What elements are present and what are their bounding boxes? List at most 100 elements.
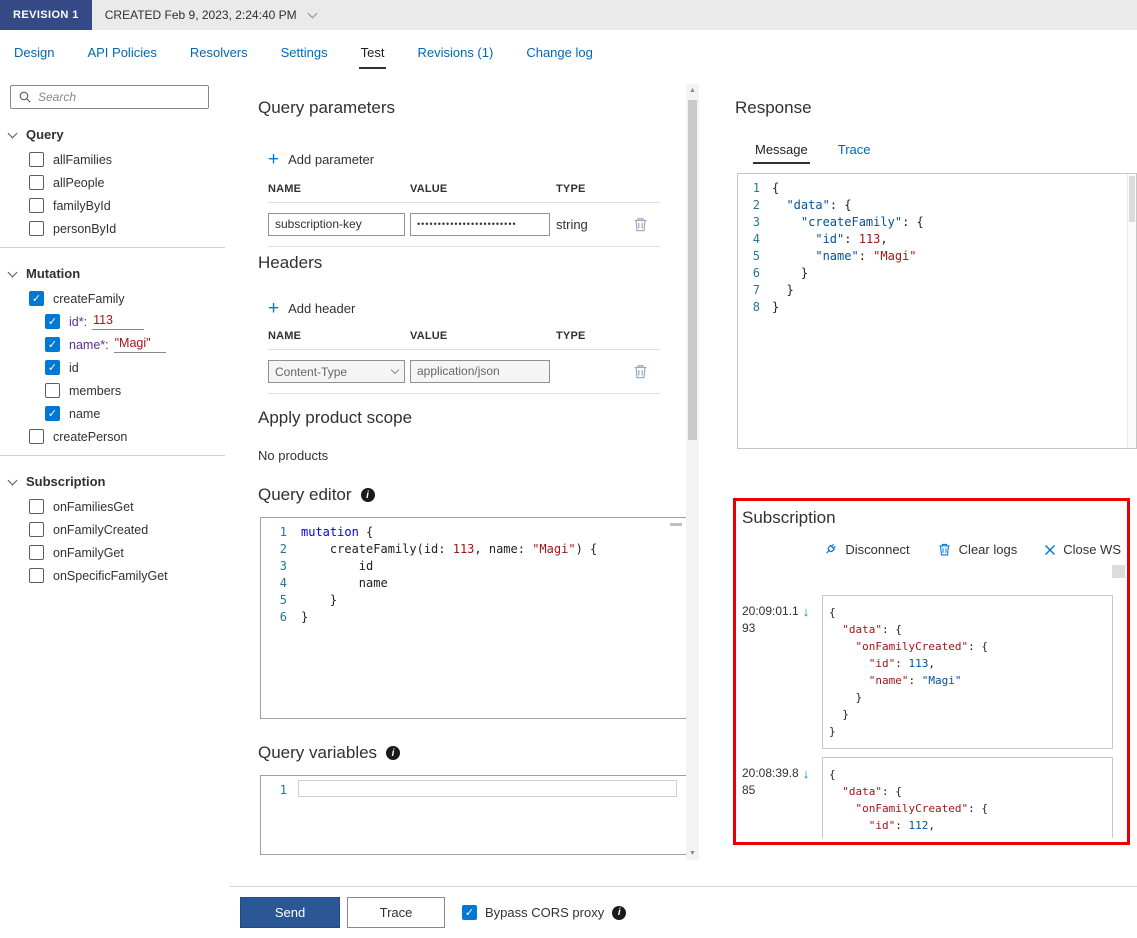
schema-field-row[interactable]: id xyxy=(0,356,230,379)
add-header-button[interactable]: Add header xyxy=(268,301,686,316)
field-checkbox[interactable] xyxy=(29,545,44,560)
schema-field-row[interactable]: name*: "Magi" xyxy=(0,333,230,356)
field-checkbox[interactable] xyxy=(29,291,44,306)
param-name-input[interactable]: subscription-key xyxy=(268,213,405,236)
response-tab-bar: Message Trace xyxy=(753,138,1137,167)
response-scrollbar[interactable] xyxy=(1127,174,1136,448)
field-label: members xyxy=(69,383,122,398)
schema-field-row[interactable]: allPeople xyxy=(0,171,230,194)
bypass-cors-checkbox[interactable] xyxy=(462,905,477,920)
scrollbar-thumb[interactable] xyxy=(688,100,697,440)
param-table-header: NAME VALUE TYPE xyxy=(268,183,660,203)
field-checkbox[interactable] xyxy=(45,314,60,329)
search-input[interactable] xyxy=(38,90,201,104)
chevron-down-icon xyxy=(7,267,18,277)
field-value-input[interactable]: "Magi" xyxy=(113,336,166,353)
field-checkbox[interactable] xyxy=(29,522,44,537)
scroll-up-arrow-icon[interactable] xyxy=(686,87,699,94)
divider xyxy=(0,455,225,456)
send-button[interactable]: Send xyxy=(240,897,340,928)
tab[interactable]: Test xyxy=(358,30,387,74)
schema-field-row[interactable]: allFamilies xyxy=(0,148,230,171)
header-value-input[interactable]: application/json xyxy=(410,360,550,383)
trash-icon[interactable] xyxy=(632,216,650,234)
trash-icon[interactable] xyxy=(632,363,650,381)
field-checkbox[interactable] xyxy=(45,337,60,352)
revision-badge: REVISION 1 xyxy=(0,0,92,30)
field-checkbox[interactable] xyxy=(29,499,44,514)
schema-field-row[interactable]: onFamilyCreated xyxy=(0,518,230,541)
tab[interactable]: Revisions (1) xyxy=(417,30,493,74)
tab[interactable]: Change log xyxy=(526,30,593,74)
field-label: onFamiliesGet xyxy=(53,499,134,514)
info-icon[interactable] xyxy=(360,488,375,502)
response-tab[interactable]: Trace xyxy=(838,138,871,167)
section-header-subscription[interactable]: Subscription xyxy=(0,466,230,495)
empty-line-field[interactable] xyxy=(298,780,677,797)
request-panel-scrollbar[interactable] xyxy=(686,84,699,860)
header-name-select[interactable]: Content-Type xyxy=(268,360,405,383)
revision-bar: REVISION 1 CREATED Feb 9, 2023, 2:24:40 … xyxy=(0,0,1137,30)
response-tab[interactable]: Message xyxy=(753,138,810,167)
field-checkbox[interactable] xyxy=(29,198,44,213)
param-type: string xyxy=(556,217,588,232)
close-ws-button[interactable]: Close WS xyxy=(1044,542,1121,557)
clear-logs-button[interactable]: Clear logs xyxy=(937,542,1017,557)
schema-field-row[interactable]: personById xyxy=(0,217,230,240)
tab[interactable]: API Policies xyxy=(87,30,156,74)
product-scope-title: Apply product scope xyxy=(258,408,413,427)
field-checkbox[interactable] xyxy=(45,383,60,398)
section-header-mutation[interactable]: Mutation xyxy=(0,258,230,287)
tab[interactable]: Settings xyxy=(281,30,328,74)
query-editor-code[interactable]: mutation { createFamily(id: 113, name: "… xyxy=(297,518,686,718)
schema-field-row[interactable]: onSpecificFamilyGet xyxy=(0,564,230,587)
section-header-query[interactable]: Query xyxy=(0,119,230,148)
field-checkbox[interactable] xyxy=(45,360,60,375)
field-value-input[interactable]: 113 xyxy=(92,313,145,330)
field-label: allPeople xyxy=(53,175,105,190)
bypass-cors-option: Bypass CORS proxy xyxy=(462,905,627,920)
tab[interactable]: Design xyxy=(14,30,54,74)
query-field-list: allFamilies allPeople familyById personB… xyxy=(0,148,230,240)
field-checkbox[interactable] xyxy=(45,406,60,421)
schema-field-row[interactable]: name xyxy=(0,402,230,425)
scrollbar-thumb[interactable] xyxy=(670,523,682,526)
schema-field-row[interactable]: onFamiliesGet xyxy=(0,495,230,518)
schema-field-row[interactable]: id*: 113 xyxy=(0,310,230,333)
add-parameter-button[interactable]: Add parameter xyxy=(268,152,686,167)
disconnect-button[interactable]: Disconnect xyxy=(823,542,910,557)
no-products-text: No products xyxy=(258,448,329,463)
arrow-down-icon[interactable] xyxy=(803,603,810,749)
plus-icon xyxy=(268,302,279,316)
field-checkbox[interactable] xyxy=(29,221,44,236)
schema-field-row[interactable]: members xyxy=(0,379,230,402)
info-icon[interactable] xyxy=(386,746,401,760)
chevron-down-icon[interactable] xyxy=(307,8,318,18)
column-name: NAME xyxy=(268,183,302,195)
trace-button[interactable]: Trace xyxy=(347,897,445,928)
response-message-viewer[interactable]: 12345678 { "data": { "createFamily": { "… xyxy=(737,173,1137,449)
scrollbar-thumb[interactable] xyxy=(1112,565,1125,578)
schema-field-row[interactable]: createFamily xyxy=(0,287,230,310)
add-parameter-label: Add parameter xyxy=(288,152,375,167)
arrow-down-icon[interactable] xyxy=(803,765,810,838)
timestamp-text: 85 xyxy=(742,783,756,797)
chevron-down-icon xyxy=(7,475,18,485)
headers-title: Headers xyxy=(258,253,323,272)
tab[interactable]: Resolvers xyxy=(190,30,248,74)
query-editor[interactable]: 123456 mutation { createFamily(id: 113, … xyxy=(260,517,686,719)
plus-icon xyxy=(268,153,279,167)
info-icon[interactable] xyxy=(612,905,627,920)
field-checkbox[interactable] xyxy=(29,175,44,190)
query-variables-editor[interactable]: 1 xyxy=(260,775,686,855)
field-label: id xyxy=(69,360,79,375)
param-value-input[interactable]: •••••••••••••••••••••••• xyxy=(410,213,550,236)
scroll-down-arrow-icon[interactable] xyxy=(686,850,699,857)
schema-field-row[interactable]: createPerson xyxy=(0,425,230,448)
field-checkbox[interactable] xyxy=(29,152,44,167)
schema-field-row[interactable]: onFamilyGet xyxy=(0,541,230,564)
schema-field-row[interactable]: familyById xyxy=(0,194,230,217)
search-box[interactable] xyxy=(10,85,209,109)
field-checkbox[interactable] xyxy=(29,429,44,444)
field-checkbox[interactable] xyxy=(29,568,44,583)
